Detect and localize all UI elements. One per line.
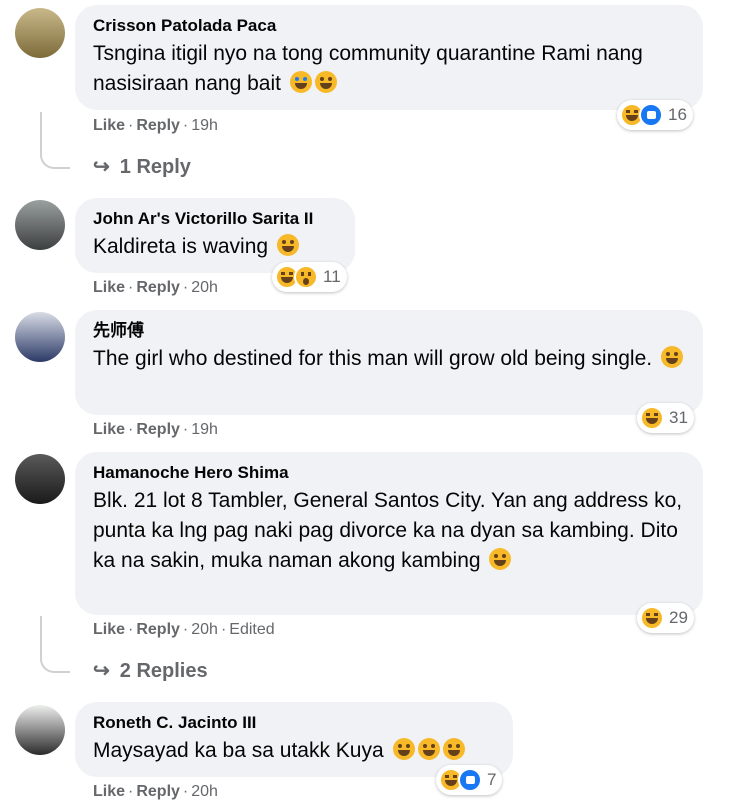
separator: · bbox=[128, 279, 134, 296]
comment-author[interactable]: Crisson Patolada Paca bbox=[93, 15, 685, 37]
comment-text: The girl who destined for this man will … bbox=[93, 344, 685, 374]
comment-author[interactable]: 先师傅 bbox=[93, 320, 685, 342]
separator: · bbox=[182, 279, 189, 296]
reply-link[interactable]: Reply bbox=[136, 421, 180, 438]
comment-bubble: Hamanoche Hero Shima Blk. 21 lot 8 Tambl… bbox=[75, 452, 703, 615]
reply-link[interactable]: Reply bbox=[136, 621, 180, 638]
reply-link[interactable]: Reply bbox=[136, 117, 180, 134]
like-reaction-icon bbox=[639, 103, 663, 127]
view-replies-link[interactable]: ↪ 2 Replies bbox=[93, 658, 208, 683]
comment-bubble: 先师傅 The girl who destined for this man w… bbox=[75, 310, 703, 415]
comment-actions: Like · Reply · 20h bbox=[93, 278, 218, 298]
reply-arrow-icon: ↪ bbox=[93, 660, 110, 682]
thread-line bbox=[40, 616, 70, 673]
separator: · bbox=[128, 621, 134, 638]
like-link[interactable]: Like bbox=[93, 783, 125, 800]
reaction-summary[interactable]: 7 bbox=[436, 765, 503, 795]
laughing-emoji-icon bbox=[314, 71, 337, 93]
reaction-count: 16 bbox=[668, 105, 687, 124]
avatar[interactable] bbox=[15, 200, 65, 250]
haha-reaction-icon bbox=[640, 406, 664, 430]
reply-link[interactable]: Reply bbox=[136, 783, 180, 800]
comment-text: Tsngina itigil nyo na tong community qua… bbox=[93, 39, 685, 99]
view-replies-link[interactable]: ↪ 1 Reply bbox=[93, 154, 191, 179]
reply-link[interactable]: Reply bbox=[136, 279, 180, 296]
separator: · bbox=[182, 783, 189, 800]
like-link[interactable]: Like bbox=[93, 421, 125, 438]
laughing-emoji-icon bbox=[276, 234, 299, 256]
comment-author[interactable]: Hamanoche Hero Shima bbox=[93, 462, 685, 484]
reaction-count: 31 bbox=[669, 408, 688, 427]
comment-actions: Like · Reply · 19h bbox=[93, 420, 218, 440]
comment-actions: Like · Reply · 19h bbox=[93, 116, 218, 136]
reaction-summary[interactable]: 31 bbox=[637, 403, 694, 433]
comment-timestamp[interactable]: 19h bbox=[191, 117, 218, 134]
avatar[interactable] bbox=[15, 454, 65, 504]
comment-actions: Like · Reply · 20h bbox=[93, 782, 218, 802]
thread-line bbox=[40, 112, 70, 169]
separator: · bbox=[220, 621, 227, 638]
comment-author[interactable]: Roneth C. Jacinto III bbox=[93, 712, 495, 734]
comment-timestamp[interactable]: 20h bbox=[191, 279, 218, 296]
crying-emoji-icon bbox=[289, 71, 312, 93]
comment-bubble: Crisson Patolada Paca Tsngina itigil nyo… bbox=[75, 5, 703, 110]
replies-label: 2 Replies bbox=[119, 660, 208, 682]
comment-text-body: Kaldireta is waving bbox=[93, 235, 269, 258]
like-link[interactable]: Like bbox=[93, 117, 125, 134]
smiling-emoji-icon bbox=[660, 346, 683, 368]
avatar[interactable] bbox=[15, 8, 65, 58]
avatar[interactable] bbox=[15, 705, 65, 755]
like-reaction-icon bbox=[458, 768, 482, 792]
separator: · bbox=[182, 117, 189, 134]
edited-label[interactable]: Edited bbox=[229, 621, 274, 638]
comment-actions: Like · Reply · 20h · Edited bbox=[93, 620, 275, 640]
like-link[interactable]: Like bbox=[93, 279, 125, 296]
laughing-emoji-icon bbox=[417, 738, 440, 760]
reaction-count: 7 bbox=[487, 770, 497, 789]
comment-text: Kaldireta is waving bbox=[93, 232, 337, 262]
reaction-summary[interactable]: 11 bbox=[272, 262, 347, 292]
separator: · bbox=[128, 783, 134, 800]
separator: · bbox=[182, 421, 189, 438]
comment-text: Maysayad ka ba sa utakk Kuya bbox=[93, 736, 495, 766]
comment-author[interactable]: John Ar's Victorillo Sarita II bbox=[93, 208, 337, 230]
reaction-count: 11 bbox=[323, 267, 341, 286]
like-link[interactable]: Like bbox=[93, 621, 125, 638]
reply-arrow-icon: ↪ bbox=[93, 156, 110, 178]
comment-text: Blk. 21 lot 8 Tambler, General Santos Ci… bbox=[93, 486, 685, 576]
comment-timestamp[interactable]: 20h bbox=[191, 783, 218, 800]
reaction-summary[interactable]: 29 bbox=[637, 603, 694, 633]
separator: · bbox=[128, 117, 134, 134]
comment-text-body: The girl who destined for this man will … bbox=[93, 347, 653, 370]
reaction-summary[interactable]: 16 bbox=[617, 100, 693, 130]
laughing-emoji-icon bbox=[442, 738, 465, 760]
haha-reaction-icon bbox=[640, 606, 664, 630]
comment-text-body: Tsngina itigil nyo na tong community qua… bbox=[93, 42, 643, 95]
laughing-emoji-icon bbox=[392, 738, 415, 760]
reaction-count: 29 bbox=[669, 608, 688, 627]
comment-text-body: Maysayad ka ba sa utakk Kuya bbox=[93, 739, 384, 762]
wow-reaction-icon bbox=[294, 265, 318, 289]
comment-timestamp[interactable]: 20h bbox=[191, 621, 218, 638]
laughing-emoji-icon bbox=[489, 548, 512, 570]
comment-text-body: Blk. 21 lot 8 Tambler, General Santos Ci… bbox=[93, 489, 683, 572]
separator: · bbox=[182, 621, 189, 638]
comment-timestamp[interactable]: 19h bbox=[191, 421, 218, 438]
separator: · bbox=[128, 421, 134, 438]
replies-label: 1 Reply bbox=[119, 156, 191, 178]
avatar[interactable] bbox=[15, 312, 65, 362]
